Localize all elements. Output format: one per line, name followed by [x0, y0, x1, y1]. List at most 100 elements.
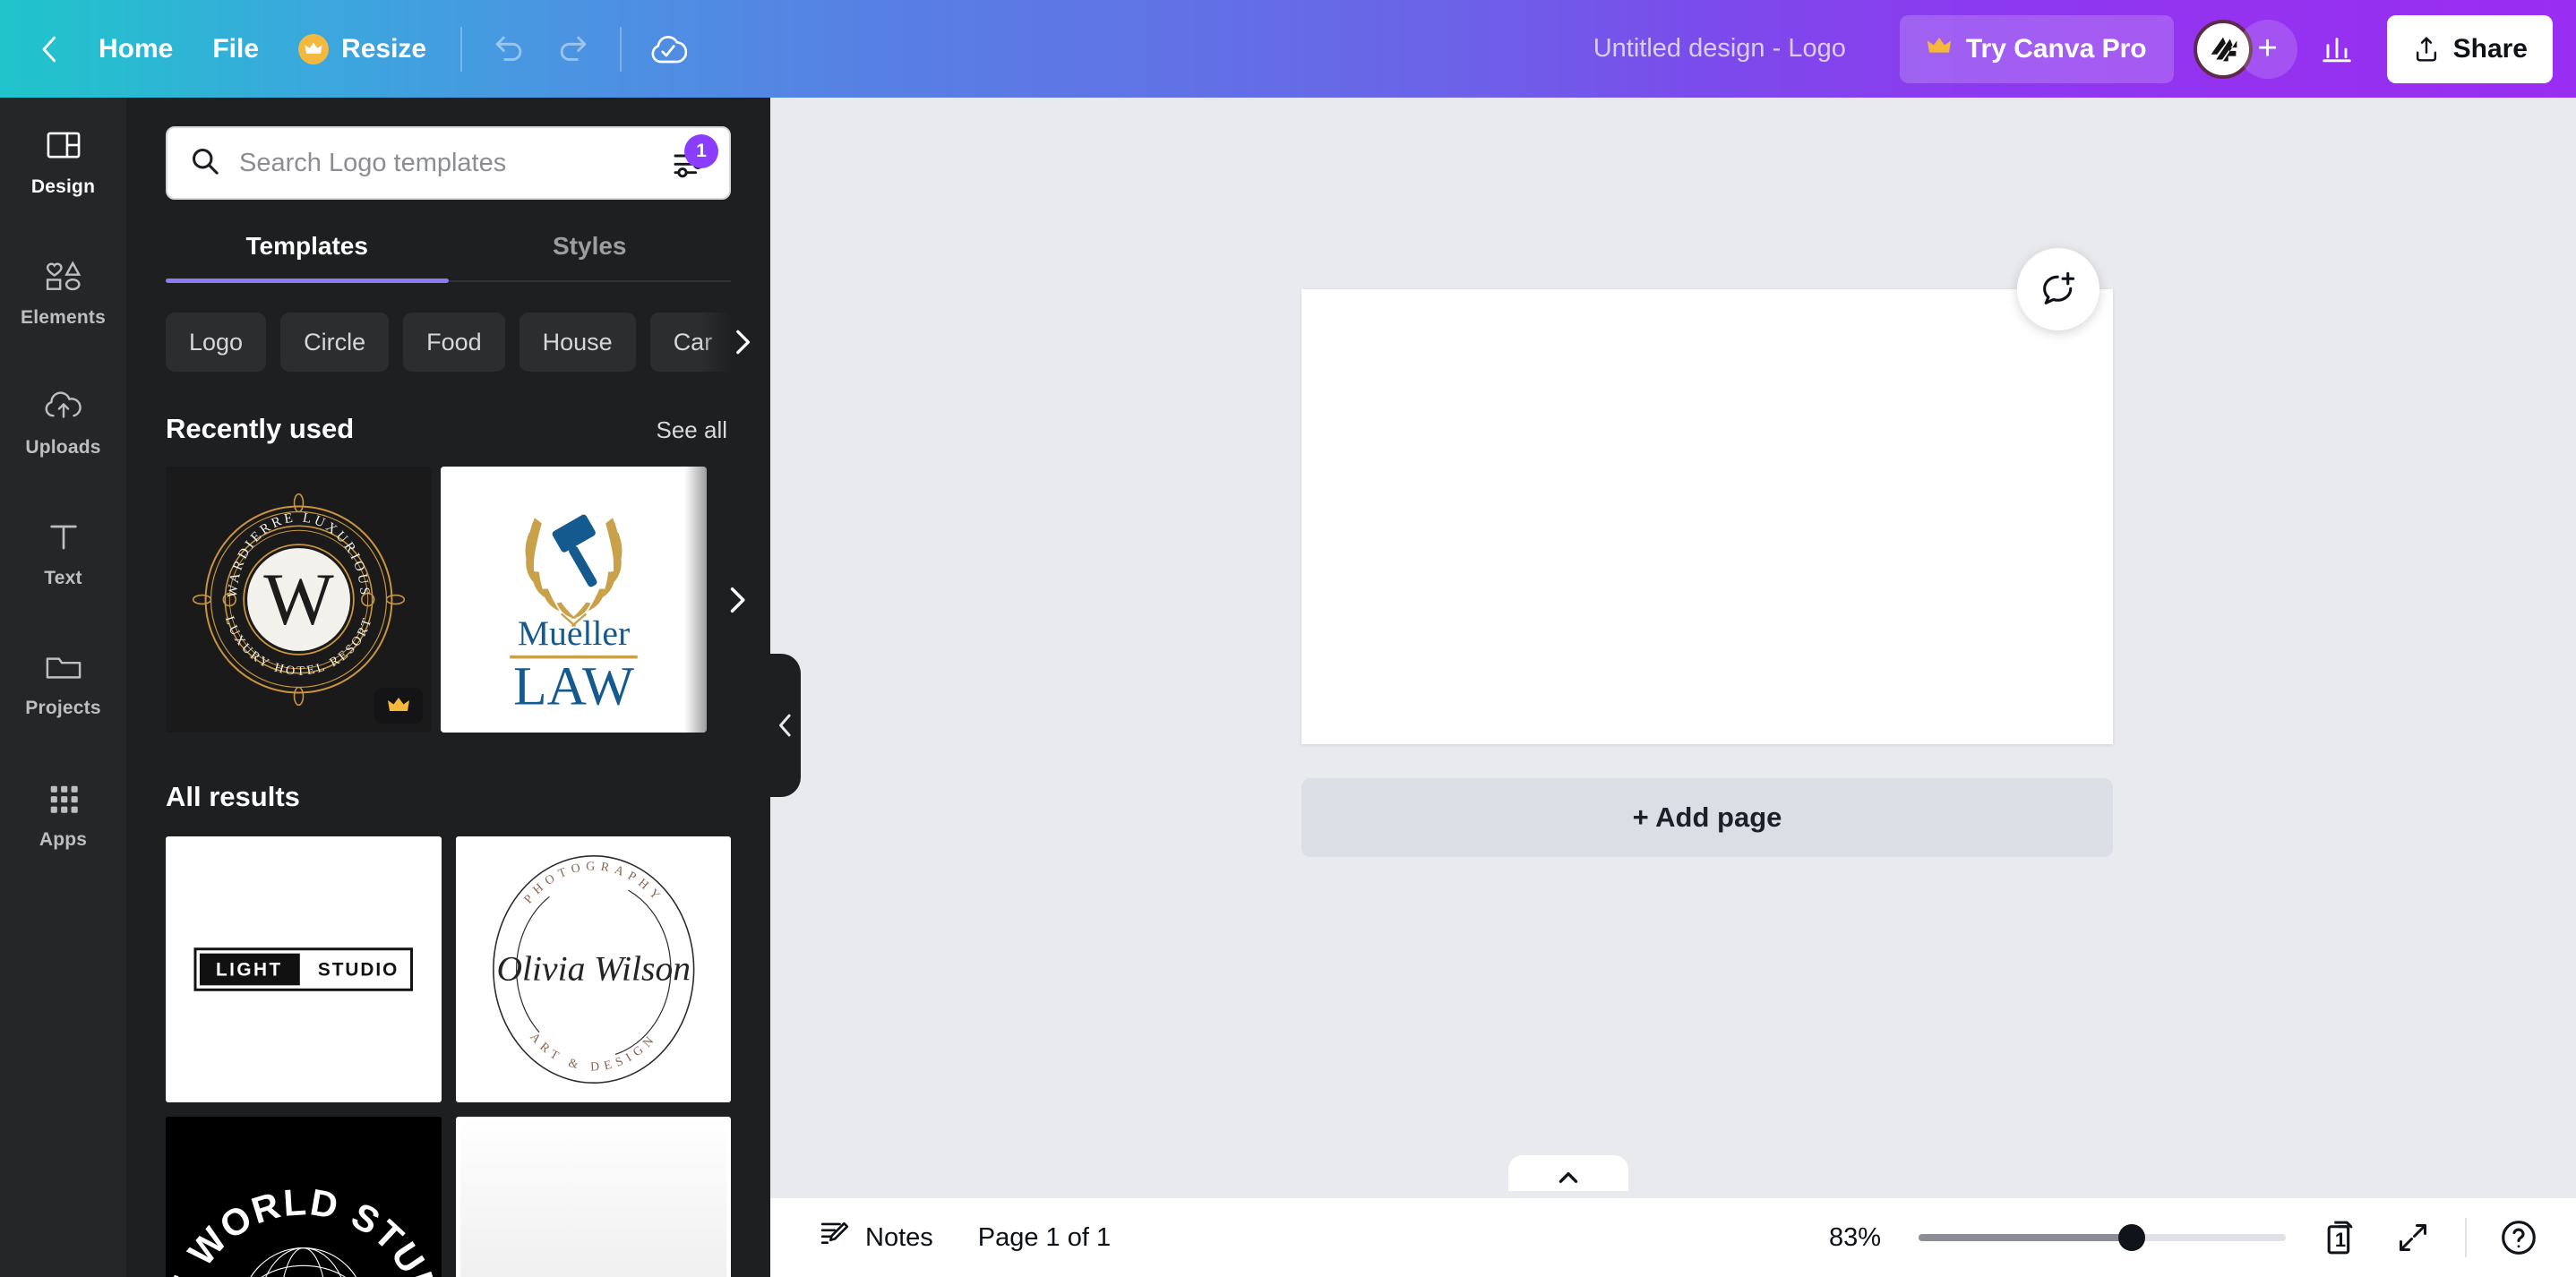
template-card-wardierre[interactable]: WARDIERRE LUXURIOUS LUXURY HOTEL RESORT … — [166, 467, 432, 733]
top-bar: Home File Resize Untitled design - Logo … — [0, 0, 2576, 98]
file-label: File — [212, 33, 260, 64]
try-canva-pro-label: Try Canva Pro — [1965, 33, 2147, 64]
notes-label: Notes — [865, 1222, 933, 1252]
tab-templates[interactable]: Templates — [166, 232, 449, 283]
template-card-hyde[interactable]: HYDE — [455, 1117, 731, 1277]
add-page-button[interactable]: + Add page — [1301, 778, 2113, 857]
chevron-left-icon — [779, 714, 791, 737]
svg-text:STUDIO: STUDIO — [318, 959, 399, 980]
zoom-level-label[interactable]: 83% — [1799, 1223, 1881, 1253]
help-button[interactable] — [2494, 1213, 2544, 1263]
divider — [2465, 1218, 2467, 1257]
cloud-saved-icon[interactable] — [636, 17, 700, 81]
chip-logo[interactable]: Logo — [166, 313, 267, 372]
top-bar-right-group: Untitled design - Logo Try Canva Pro + S… — [1574, 0, 2576, 98]
zoom-slider-knob[interactable] — [2117, 1224, 2145, 1251]
panel-collapse-handle[interactable] — [770, 654, 801, 797]
chip-circle[interactable]: Circle — [280, 313, 390, 372]
try-canva-pro-button[interactable]: Try Canva Pro — [1899, 14, 2174, 83]
page-indicator[interactable]: Page 1 of 1 — [962, 1210, 1127, 1265]
zoom-slider[interactable] — [1919, 1224, 2286, 1251]
page-indicator-label: Page 1 of 1 — [977, 1222, 1112, 1252]
timeline-collapse-tab[interactable] — [1508, 1155, 1628, 1191]
grid-apps-icon — [46, 781, 82, 821]
recently-used-header: Recently used See all — [126, 372, 770, 445]
pro-badge — [374, 688, 423, 724]
templates-panel: 1 Templates Styles Logo Circle Food Hous… — [126, 98, 770, 1277]
svg-text:LAW: LAW — [513, 656, 634, 716]
section-title: All results — [166, 781, 300, 812]
zoom-slider-fill — [1919, 1234, 2132, 1241]
template-card-mueller-law[interactable]: Mueller LAW — [441, 467, 707, 733]
carousel-next-button[interactable] — [684, 467, 770, 733]
all-results-header: All results — [126, 733, 770, 813]
notes-button[interactable]: Notes — [803, 1210, 949, 1265]
svg-text:Olivia Wilson: Olivia Wilson — [496, 948, 691, 988]
sidebar-item-text[interactable]: Text — [0, 506, 126, 603]
olivia-wilson-artwork: PHOTOGRAPHY ART & DESIGN Olivia Wilson — [459, 836, 726, 1102]
light-studio-artwork: LIGHT STUDIO — [170, 836, 437, 1102]
search-box[interactable]: 1 — [166, 126, 731, 200]
back-icon[interactable] — [25, 20, 75, 79]
divider — [460, 26, 463, 72]
home-label: Home — [99, 33, 174, 64]
sidebar-item-label: Elements — [21, 307, 106, 328]
expand-icon — [2400, 1224, 2426, 1251]
chevron-up-icon — [1558, 1172, 1578, 1183]
wolf-logo-icon — [2211, 37, 2237, 61]
sidebar-item-projects[interactable]: Projects — [0, 637, 126, 733]
svg-text:LIGHT: LIGHT — [216, 959, 283, 980]
text-icon — [46, 519, 82, 560]
design-title[interactable]: Untitled design - Logo — [1574, 21, 1866, 76]
chip-food[interactable]: Food — [403, 313, 505, 372]
help-icon — [2502, 1221, 2536, 1255]
template-card-olivia-wilson[interactable]: PHOTOGRAPHY ART & DESIGN Olivia Wilson — [455, 836, 731, 1102]
file-button[interactable]: File — [193, 17, 279, 81]
design-page-canvas[interactable] — [1301, 289, 2113, 744]
home-button[interactable]: Home — [79, 17, 193, 81]
share-label: Share — [2452, 33, 2528, 64]
template-card-light-studio[interactable]: LIGHT STUDIO — [166, 836, 442, 1102]
resize-button[interactable]: Resize — [279, 17, 446, 81]
layout-icon — [45, 126, 82, 168]
section-title: Recently used — [166, 413, 355, 444]
sidebar-item-design[interactable]: Design — [0, 114, 126, 210]
chevron-right-icon — [736, 330, 751, 355]
redo-button[interactable] — [541, 17, 605, 81]
sidebar-item-label: Uploads — [25, 437, 101, 458]
crown-icon — [388, 698, 409, 711]
crown-icon — [1927, 35, 1952, 63]
folder-icon — [44, 651, 83, 690]
sidebar-item-label: Apps — [39, 829, 88, 850]
all-results-grid: LIGHT STUDIO PHOTOGRAPHY ART & DESIGN Ol… — [126, 836, 770, 1277]
add-collaborator-button[interactable]: + — [2237, 19, 2297, 79]
insights-button[interactable] — [2305, 17, 2369, 81]
sidebar-item-elements[interactable]: Elements — [0, 244, 126, 341]
chips-next-button[interactable] — [700, 313, 770, 372]
page-count-label: 1 — [2334, 1228, 2347, 1251]
share-button[interactable]: Share — [2386, 14, 2553, 83]
add-comment-button[interactable] — [2017, 248, 2099, 330]
fullscreen-button[interactable] — [2388, 1213, 2438, 1263]
undo-button[interactable] — [477, 17, 541, 81]
sidebar-item-uploads[interactable]: Uploads — [0, 375, 126, 472]
sidebar-item-apps[interactable]: Apps — [0, 767, 126, 864]
see-all-link[interactable]: See all — [657, 416, 728, 444]
svg-text:Mueller: Mueller — [518, 613, 630, 653]
bottom-bar: Notes Page 1 of 1 83% 1 — [770, 1198, 2576, 1277]
shapes-icon — [43, 257, 84, 299]
template-card-world-studio[interactable]: E WORLD STUD — [166, 1117, 442, 1277]
tab-styles[interactable]: Styles — [449, 232, 732, 280]
filter-button[interactable]: 1 — [672, 134, 718, 179]
comment-plus-icon — [2043, 271, 2075, 304]
world-studio-artwork: E WORLD STUD — [166, 1117, 442, 1277]
page-manager-button[interactable]: 1 — [2316, 1213, 2366, 1263]
recently-used-carousel: WARDIERRE LUXURIOUS LUXURY HOTEL RESORT … — [126, 467, 770, 733]
notes-pencil-icon — [819, 1218, 851, 1257]
left-rail: Design Elements Uploads Text Projects Ap… — [0, 98, 126, 1277]
svg-text:W: W — [263, 558, 334, 640]
search-input[interactable] — [239, 148, 672, 178]
chip-house[interactable]: House — [519, 313, 636, 372]
editor-canvas-area: + Add page — [770, 98, 2576, 1277]
bottom-bar-left: Notes Page 1 of 1 — [803, 1210, 1127, 1265]
